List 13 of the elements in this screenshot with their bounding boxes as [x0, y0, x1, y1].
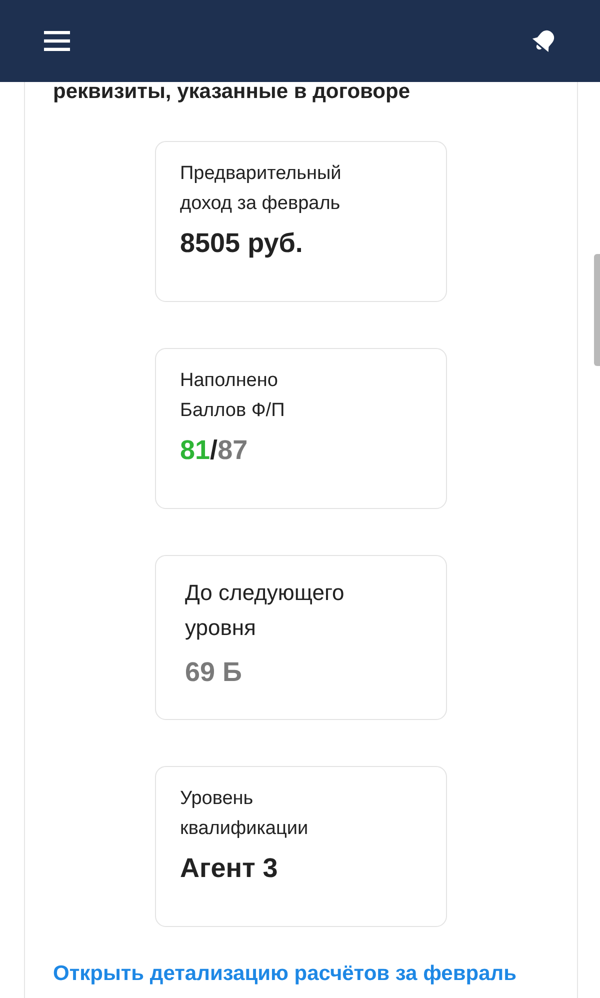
menu-button[interactable] — [44, 31, 70, 51]
card-label: До следующего уровня — [185, 579, 346, 642]
card-value: 81/87 — [180, 434, 249, 467]
menu-icon — [44, 31, 70, 51]
details-link[interactable]: Открыть детализацию расчётов за февраль — [53, 961, 517, 987]
card-label: Наполнено Баллов Ф/П — [180, 369, 286, 423]
scrollbar-thumb[interactable] — [594, 254, 600, 366]
card-value: 69 Б — [185, 656, 243, 689]
section-heading: реквизиты, указанные в договоре — [53, 80, 412, 104]
card-value: 8505 руб. — [180, 227, 304, 260]
card-label: Предварительный доход за февраль — [180, 162, 342, 216]
card-value: Агент 3 — [180, 852, 279, 885]
card-label: Уровень квалификации — [180, 787, 310, 841]
